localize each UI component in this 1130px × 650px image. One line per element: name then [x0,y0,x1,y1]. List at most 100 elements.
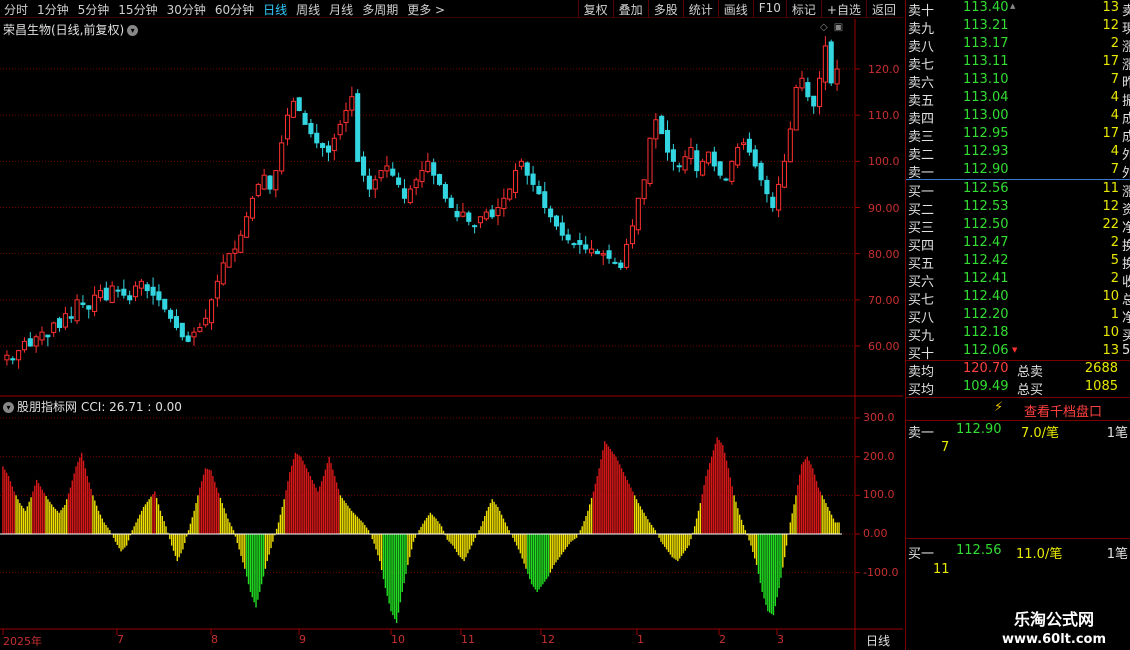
level-price: 113.40 [963,0,1009,15]
bid-level-row[interactable]: 买五 112.42 5 换 [906,253,1130,272]
cci-tick: -100.0 [863,566,899,579]
overlay-button[interactable]: 叠加 [612,0,648,18]
chevron-down-icon[interactable]: ▾ [127,25,139,36]
ask-level-row[interactable]: 卖一 112.90 7 外 [906,162,1130,181]
total-ask: 2688 [1084,361,1118,376]
bid-level-row[interactable]: 买七 112.40 10 总 [906,289,1130,308]
candle-body [337,123,343,136]
add-watchlist-button[interactable]: +自选 [820,0,866,18]
candle-body [629,225,636,245]
f10-button[interactable]: F10 [752,0,786,18]
mark-button[interactable]: 标记 [785,0,821,18]
tab-intraday[interactable]: 分时 [4,1,28,18]
tab-multi-period[interactable]: 多周期 [362,1,398,18]
candle-body [559,222,565,236]
ask-level-row[interactable]: 卖二 112.93 4 外 [906,144,1130,163]
candle-body [507,188,513,200]
watermark-logo: 乐淘公式网 www.60lt.com [978,600,1130,650]
clipped-side-text: 卖 [1122,4,1130,19]
candle-body [758,162,764,181]
draw-line-button[interactable]: 画线 [717,0,753,18]
ask-level-row[interactable]: 卖六 113.10 7 昨 [906,72,1130,91]
level-price: 112.47 [963,235,1009,250]
queue-ask-average: 7.0/笔 [1021,426,1060,441]
bid-level-row[interactable]: 买四 112.47 2 换 [906,235,1130,254]
candle-body [822,45,828,83]
statistics-button[interactable]: 统计 [682,0,718,18]
chart-canvas[interactable] [0,19,903,650]
tab-15min[interactable]: 15分钟 [118,1,157,18]
candle-body [472,225,478,228]
restore-rights-button[interactable]: 复权 [577,0,613,18]
candle-body [320,143,326,148]
ask-level-row[interactable]: 卖九 113.21 12 現 [906,18,1130,37]
level-label: 买二 [908,203,935,218]
tab-1min[interactable]: 1分钟 [37,1,69,18]
toolbar: 分时 1分钟 5分钟 15分钟 30分钟 60分钟 日线 周线 月线 多周期 更… [0,0,903,18]
window-toggle-icon[interactable]: ▣ [834,22,843,33]
candle-body [162,298,168,310]
candle-body [787,128,793,163]
clipped-side-text: 外 [1122,148,1130,163]
multi-stock-button[interactable]: 多股 [647,0,683,18]
candle-body [600,253,606,256]
view-full-depth-button[interactable]: 查看千档盘口 [1024,401,1102,420]
candle-body [33,336,39,347]
chart-area[interactable]: 荣昌生物(日线,前复权) ▾ ◇ ▣ 120.0 110.0 100.0 90.0… [0,19,903,650]
ask-level-row[interactable]: 卖三 112.95 17 成 [906,126,1130,145]
ask-level-row[interactable]: 卖十 113.40 13 卖 ▲ [906,0,1130,19]
level-price: 113.04 [963,90,1009,105]
tab-30min[interactable]: 30分钟 [167,1,206,18]
bid-level-row[interactable]: 买六 112.41 2 收 [906,271,1130,290]
candle-body [682,156,688,171]
candle-body [226,253,232,268]
ask-level-row[interactable]: 卖四 113.00 4 成 [906,108,1130,127]
level-volume: 5 [1110,253,1119,268]
down-arrow-icon[interactable]: ▼ [1012,346,1017,354]
tab-daily[interactable]: 日线 [263,1,287,18]
bid-ask-divider [906,179,1130,180]
candle-body [571,243,577,246]
candle-body [793,86,799,131]
bid-level-row[interactable]: 买十 112.06 13 5 ▼ [906,343,1130,362]
price-tick: 120.0 [868,63,900,76]
candle-body [781,160,788,188]
back-button[interactable]: 返回 [865,0,901,18]
candle-body [203,317,209,326]
candle-body [21,340,28,351]
level-price: 112.20 [963,307,1009,322]
diamond-icon[interactable]: ◇ [820,22,828,33]
stock-title-text: 荣昌生物(日线,前复权) [3,23,125,37]
bid-level-row[interactable]: 买一 112.56 11 涨 [906,181,1130,200]
clipped-side-text: 净 [1122,311,1130,326]
bid-level-row[interactable]: 买九 112.18 10 买 [906,325,1130,344]
bid-level-row[interactable]: 买八 112.20 1 净 [906,307,1130,326]
tab-60min[interactable]: 60分钟 [215,1,254,18]
clipped-side-text: 换 [1122,239,1130,254]
candle-body [834,68,840,85]
candle-body [220,262,226,285]
tab-weekly[interactable]: 周线 [296,1,320,18]
level-price: 112.95 [963,126,1009,141]
level-price: 112.90 [963,162,1009,177]
candle-body [249,197,256,219]
level-label: 卖八 [908,40,935,55]
tab-5min[interactable]: 5分钟 [78,1,110,18]
bid-level-row[interactable]: 买三 112.50 22 净 [906,217,1130,236]
ask-level-row[interactable]: 卖七 113.11 17 涨 [906,54,1130,73]
queue-ask-label: 卖一 [908,426,935,441]
candle-body [676,165,682,168]
candle-body [378,170,384,179]
date-label: 1 [637,633,644,646]
ask-level-row[interactable]: 卖五 113.04 4 振 [906,90,1130,109]
cci-tick: 100.0 [863,488,895,501]
candle-body [553,215,560,227]
ask-level-row[interactable]: 卖八 113.17 2 涨 [906,36,1130,55]
chevron-down-icon[interactable]: ▾ [3,402,14,413]
clipped-side-text: 净 [1122,221,1130,236]
tab-monthly[interactable]: 月线 [329,1,353,18]
bid-level-row[interactable]: 买二 112.53 12 资 [906,199,1130,218]
tab-more[interactable]: 更多 > [407,1,445,18]
up-arrow-icon[interactable]: ▲ [1010,2,1015,10]
clipped-side-text: 总 [1122,293,1130,308]
